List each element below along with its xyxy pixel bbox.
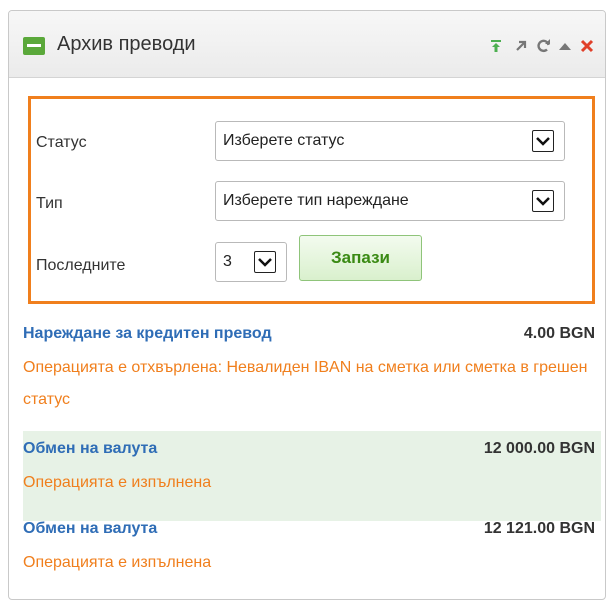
close-icon[interactable] xyxy=(580,39,594,53)
chevron-down-icon[interactable] xyxy=(532,130,554,152)
transaction-title[interactable]: Нареждане за кредитен превод xyxy=(23,325,272,343)
type-select[interactable]: Изберете тип нареждане xyxy=(215,181,565,221)
folder-icon xyxy=(23,37,45,55)
transaction-title[interactable]: Обмен на валута xyxy=(23,440,157,458)
status-select[interactable]: Изберете статус xyxy=(215,121,565,161)
popout-icon[interactable] xyxy=(514,39,528,53)
chevron-down-icon[interactable] xyxy=(532,190,554,212)
transaction-status: Операцията е отхвърлена: Невалиден IBAN … xyxy=(23,359,588,408)
list-item[interactable]: Обмен на валута 12 000.00 BGN Операцията… xyxy=(23,436,595,516)
status-select-value: Изберете статус xyxy=(223,132,345,149)
panel-top-icon[interactable] xyxy=(489,39,503,53)
last-count-select[interactable]: 3 xyxy=(215,242,287,282)
last-count-value: 3 xyxy=(223,253,232,270)
transaction-status: Операцията е изпълнена xyxy=(23,474,212,491)
last-label: Последните xyxy=(36,257,126,274)
type-select-value: Изберете тип нареждане xyxy=(223,192,409,209)
widget-header: Архив преводи xyxy=(9,11,605,78)
status-label: Статус xyxy=(36,134,87,151)
type-label: Тип xyxy=(36,195,63,212)
transaction-status: Операцията е изпълнена xyxy=(23,554,212,571)
transaction-amount: 12 000.00 BGN xyxy=(483,440,595,457)
transaction-title[interactable]: Обмен на валута xyxy=(23,520,157,538)
list-item[interactable]: Нареждане за кредитен превод 4.00 BGN Оп… xyxy=(23,321,595,426)
filter-form: Статус Изберете статус Тип Изберете тип … xyxy=(28,96,595,304)
widget-title: Архив преводи xyxy=(57,33,196,55)
transfers-archive-widget: Архив преводи Статус Изберете статус Тип… xyxy=(8,10,606,600)
collapse-icon[interactable] xyxy=(558,39,572,53)
save-button[interactable]: Запази xyxy=(299,235,422,281)
chevron-down-icon[interactable] xyxy=(254,251,276,273)
list-item[interactable]: Обмен на валута 12 121.00 BGN Операцията… xyxy=(23,516,595,596)
transaction-amount: 4.00 BGN xyxy=(523,325,595,342)
refresh-icon[interactable] xyxy=(537,39,551,53)
transaction-amount: 12 121.00 BGN xyxy=(483,520,595,537)
